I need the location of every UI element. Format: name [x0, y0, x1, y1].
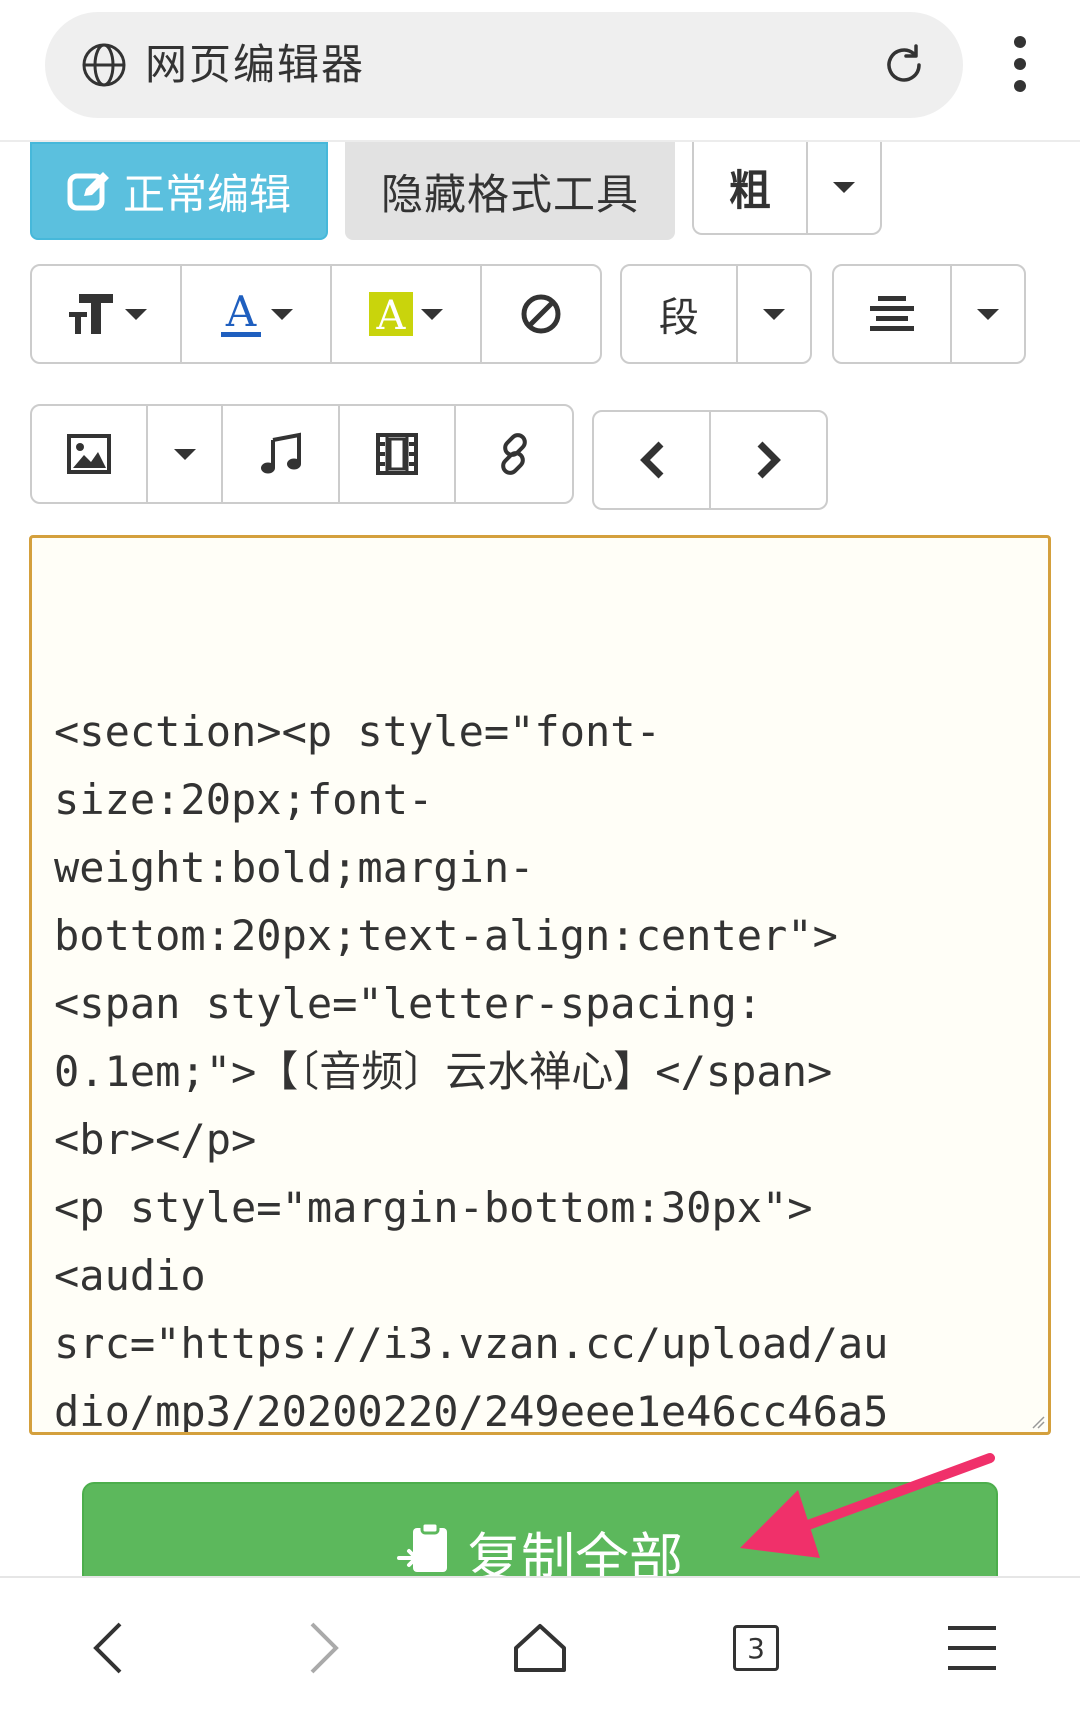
paragraph-group: 段	[620, 264, 812, 364]
tabs-icon: 3	[733, 1625, 779, 1671]
code-line: <audio	[54, 1251, 206, 1300]
html-source-editor[interactable]: <section><p style="font-size:20px;font-w…	[29, 535, 1051, 1435]
forward-button[interactable]	[264, 1598, 384, 1698]
edit-icon	[67, 172, 109, 211]
globe-icon	[82, 43, 126, 87]
highlight-button[interactable]: A	[332, 266, 482, 362]
code-line: src="https://i3.vzan.cc/upload/au	[54, 1319, 889, 1368]
reload-icon[interactable]	[879, 40, 929, 90]
chevron-down-icon	[271, 308, 293, 320]
bold-group: 粗	[692, 142, 882, 235]
redo-icon	[757, 441, 781, 479]
text-style-group: A A	[30, 264, 602, 364]
undo-button[interactable]	[594, 412, 711, 508]
undo-icon	[639, 441, 663, 479]
clipboard-icon	[397, 1521, 447, 1572]
music-button[interactable]	[223, 406, 340, 502]
chevron-down-icon	[421, 308, 443, 320]
hide-format-tools-button[interactable]: 隐藏格式工具	[345, 142, 675, 240]
align-dropdown[interactable]	[952, 266, 1024, 362]
code-line: <p style="margin-bottom:30px">	[54, 1183, 813, 1232]
code-line: <br></p>	[54, 1115, 257, 1164]
normal-edit-button[interactable]: 正常编辑	[30, 142, 328, 240]
redo-button[interactable]	[711, 412, 826, 508]
font-color-button[interactable]: A	[182, 266, 332, 362]
address-bar[interactable]: 网页编辑器	[45, 12, 963, 118]
hide-format-tools-label: 隐藏格式工具	[380, 169, 639, 219]
page-title: 网页编辑器	[145, 40, 366, 89]
browser-bottom-nav: 3	[0, 1576, 1080, 1718]
code-line: dio/mp3/20200220/249eee1e46cc46a5	[54, 1387, 889, 1435]
annotation-arrow-icon	[740, 1453, 995, 1558]
code-line: size:20px;font-	[54, 775, 434, 824]
align-center-icon	[869, 296, 914, 331]
bold-dropdown[interactable]	[808, 142, 880, 233]
normal-edit-label: 正常编辑	[122, 169, 291, 219]
paragraph-dropdown[interactable]	[738, 266, 810, 362]
clear-format-icon	[521, 294, 561, 334]
svg-text:A: A	[376, 293, 407, 336]
clear-format-button[interactable]	[482, 266, 600, 362]
font-size-icon	[69, 294, 113, 334]
bold-label: 粗	[728, 166, 771, 215]
code-line: <section><p style="font-	[54, 707, 661, 756]
bold-button[interactable]: 粗	[694, 142, 808, 233]
tab-count: 3	[747, 1631, 765, 1665]
history-group	[592, 410, 828, 510]
align-button[interactable]	[834, 266, 952, 362]
tabs-button[interactable]: 3	[696, 1598, 816, 1698]
chevron-down-icon	[832, 182, 855, 193]
resize-handle-icon[interactable]	[1031, 1415, 1045, 1429]
image-dropdown[interactable]	[148, 406, 223, 502]
link-icon	[501, 433, 527, 475]
menu-icon	[948, 1626, 996, 1670]
font-size-button[interactable]	[32, 266, 182, 362]
menu-button[interactable]	[912, 1598, 1032, 1698]
image-icon	[67, 434, 111, 474]
back-button[interactable]	[48, 1598, 168, 1698]
chevron-down-icon	[762, 308, 785, 320]
back-icon	[93, 1622, 122, 1674]
code-line: 0.1em;">【〔音频〕云水禅心】</span>	[54, 1047, 833, 1096]
code-line: <span style="letter-spacing:	[54, 979, 763, 1028]
paragraph-button[interactable]: 段	[622, 266, 738, 362]
image-button[interactable]	[32, 406, 148, 502]
code-line: bottom:20px;text-align:center">	[54, 911, 838, 960]
chevron-down-icon	[173, 448, 196, 460]
paragraph-label: 段	[658, 295, 699, 341]
video-button[interactable]	[340, 406, 456, 502]
music-icon	[260, 432, 301, 474]
forward-icon	[310, 1622, 339, 1674]
link-button[interactable]	[456, 406, 572, 502]
font-color-icon: A	[221, 288, 261, 337]
chevron-down-icon	[125, 308, 147, 320]
home-icon	[514, 1624, 566, 1672]
browser-top-bar: 网页编辑器	[0, 0, 1080, 142]
align-group	[832, 264, 1026, 364]
film-icon	[376, 433, 418, 475]
media-group	[30, 404, 574, 504]
home-button[interactable]	[480, 1598, 600, 1698]
svg-text:A: A	[225, 288, 257, 336]
more-icon[interactable]	[1000, 36, 1040, 96]
chevron-down-icon	[976, 308, 999, 320]
highlight-icon: A	[369, 292, 413, 336]
code-line: weight:bold;margin-	[54, 843, 535, 892]
